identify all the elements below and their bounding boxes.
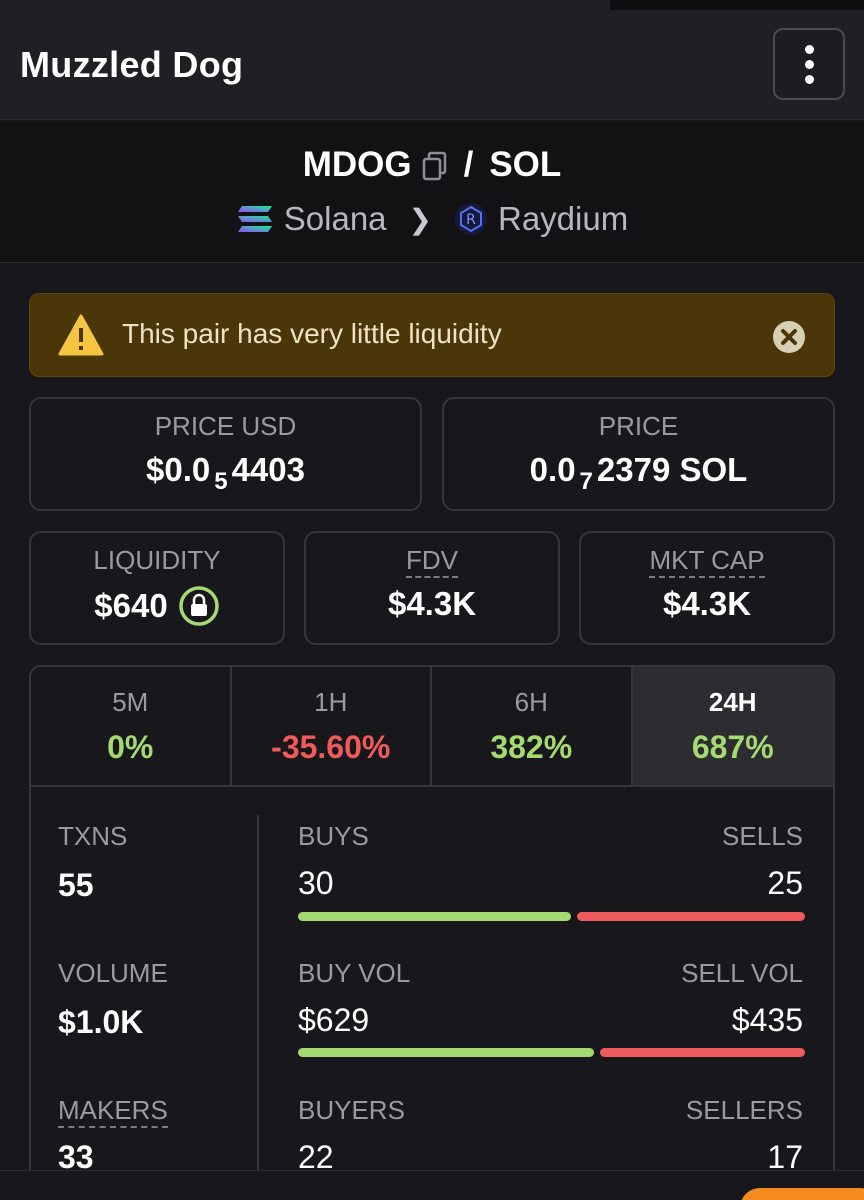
sell-vol-label: SELL VOL — [681, 958, 803, 988]
chain-breadcrumb: Solana ❯ R Raydium — [0, 197, 864, 241]
price-native-card: PRICE 0.0 7 2379 SOL — [442, 397, 835, 511]
buy-vol-label: BUY VOL — [298, 958, 411, 988]
makers-label[interactable]: MAKERS — [58, 1095, 168, 1128]
price-usd-zero-count: 5 — [214, 468, 228, 495]
tab-5m[interactable]: 5M 0% — [31, 667, 232, 785]
price-usd-digits: 4403 — [231, 451, 305, 488]
more-dot-icon — [805, 75, 814, 84]
svg-text:R: R — [466, 212, 476, 228]
volume-label: VOLUME — [58, 958, 168, 988]
pair-info: MDOG / SOL Solana ❯ R Raydium — [0, 121, 864, 263]
more-menu-button[interactable] — [773, 28, 845, 100]
txns-value: 55 — [58, 867, 94, 903]
more-dot-icon — [805, 45, 814, 54]
price-native-prefix: 0.0 — [529, 451, 576, 488]
price-usd-prefix: $0.0 — [145, 451, 211, 488]
buys-label: BUYS — [298, 821, 369, 851]
warning-text: This pair has very little liquidity — [122, 318, 502, 349]
copy-icon[interactable] — [422, 150, 448, 181]
sells-bar — [577, 912, 805, 921]
price-usd-value: $0.0 5 4403 — [31, 451, 420, 495]
mkt-cap-label-wrap: MKT CAP — [581, 545, 833, 578]
tab-label: 5M — [112, 687, 149, 717]
chain-link[interactable]: Solana — [284, 200, 387, 238]
buys-bar — [298, 912, 571, 921]
volume-value: $1.0K — [58, 1004, 144, 1040]
mkt-cap-value: $4.3K — [662, 585, 752, 622]
tab-label: 6H — [514, 687, 548, 717]
buys-value: 30 — [298, 865, 334, 901]
fdv-value: $4.3K — [387, 585, 477, 622]
tab-label: 1H — [314, 687, 348, 717]
sells-label: SELLS — [722, 821, 803, 851]
fdv-card: FDV $4.3K — [304, 531, 560, 645]
liquidity-value: $640 — [94, 587, 168, 624]
tab-1h[interactable]: 1H -35.60% — [232, 667, 432, 785]
liquidity-label: LIQUIDITY — [93, 545, 221, 575]
more-dot-icon — [805, 60, 814, 69]
dex-link[interactable]: Raydium — [498, 200, 628, 238]
tab-change-value: 0% — [107, 729, 154, 765]
close-warning-icon[interactable] — [772, 320, 806, 354]
buyers-label: BUYERS — [298, 1095, 405, 1125]
sellers-label: SELLERS — [685, 1095, 803, 1125]
liquidity-value-row: $640 — [31, 585, 283, 627]
sell-vol-bar — [600, 1048, 805, 1057]
sell-vol-value: $435 — [731, 1002, 803, 1038]
price-native-value: 0.0 7 2379 SOL — [444, 451, 833, 495]
stats-divider — [257, 815, 259, 1175]
tab-6h[interactable]: 6H 382% — [432, 667, 633, 785]
price-native-zero-count: 7 — [579, 468, 593, 495]
pair-separator: / — [463, 145, 474, 184]
app-header: Muzzled Dog — [0, 10, 864, 120]
bottom-bar — [0, 1170, 864, 1200]
mkt-cap-label[interactable]: MKT CAP — [649, 545, 765, 578]
lock-icon[interactable] — [178, 585, 220, 627]
base-token-symbol: MDOG — [302, 145, 412, 184]
txns-label: TXNS — [58, 821, 128, 851]
price-native-digits: 2379 SOL — [596, 451, 748, 488]
price-native-label: PRICE — [598, 411, 679, 441]
makers-label-wrap: MAKERS — [58, 1095, 168, 1128]
solana-logo-icon — [236, 204, 274, 234]
tab-24h[interactable]: 24H 687% — [632, 667, 833, 785]
fdv-label[interactable]: FDV — [406, 545, 458, 578]
floating-action-button[interactable] — [740, 1188, 864, 1200]
top-strip — [0, 0, 864, 10]
tab-change-value: 382% — [490, 729, 573, 765]
fdv-label-wrap: FDV — [306, 545, 558, 578]
sells-value: 25 — [767, 865, 803, 901]
top-strip-segment — [0, 0, 610, 10]
pair-title: MDOG / SOL — [0, 143, 864, 187]
chevron-right-icon: ❯ — [408, 203, 432, 235]
mkt-cap-card: MKT CAP $4.3K — [579, 531, 835, 645]
buy-vol-bar — [298, 1048, 594, 1057]
timeframe-tabs: 5M 0% 1H -35.60% 6H 382% 24H 687% — [29, 665, 835, 787]
tab-change-value: 687% — [691, 729, 774, 765]
quote-token-symbol: SOL — [489, 145, 562, 184]
raydium-logo-icon: R — [454, 202, 488, 236]
tab-label: 24H — [708, 687, 757, 717]
price-usd-card: PRICE USD $0.0 5 4403 — [29, 397, 422, 511]
liquidity-warning-banner: This pair has very little liquidity — [29, 293, 835, 377]
page-title: Muzzled Dog — [20, 44, 244, 85]
buy-vol-value: $629 — [298, 1002, 370, 1038]
transaction-stats: TXNS 55 VOLUME $1.0K MAKERS 33 BUYS SELL… — [29, 785, 835, 1200]
liquidity-card: LIQUIDITY $640 — [29, 531, 285, 645]
price-usd-label: PRICE USD — [154, 411, 297, 441]
tab-change-value: -35.60% — [271, 729, 391, 765]
warning-icon — [58, 314, 104, 361]
